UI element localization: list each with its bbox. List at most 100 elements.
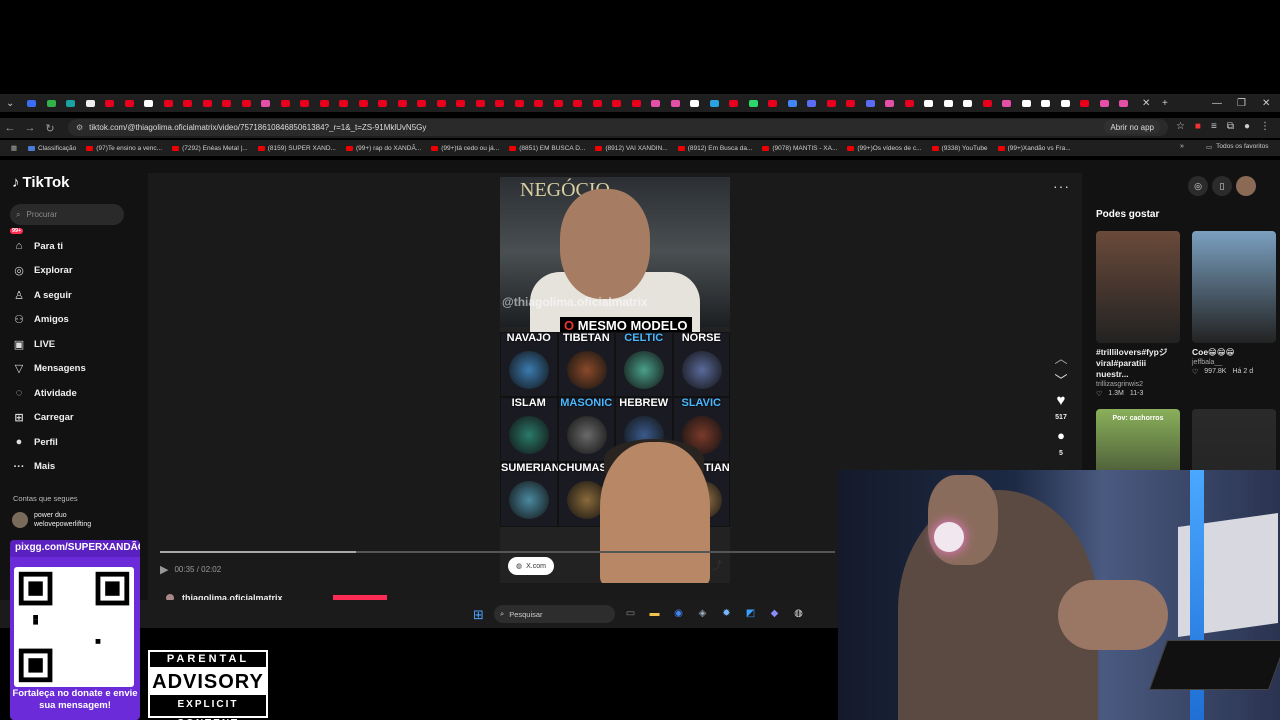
- browser-tab[interactable]: [198, 94, 218, 112]
- diamond-icon[interactable]: ◆: [766, 605, 783, 622]
- bookmark-item[interactable]: (8851) EM BUSCA D...: [509, 145, 585, 152]
- browser-tab[interactable]: [861, 94, 881, 112]
- browser-tab[interactable]: [783, 94, 803, 112]
- forward-icon[interactable]: →: [20, 122, 40, 134]
- sidebar-item-carregar[interactable]: ⊞ Carregar: [12, 406, 86, 431]
- bookmark-item[interactable]: Classificação: [28, 145, 76, 152]
- browser-tab[interactable]: [958, 94, 978, 112]
- puzzle-icon[interactable]: ⧉: [1227, 121, 1234, 132]
- play-icon[interactable]: ▶: [160, 563, 168, 576]
- browser-tab[interactable]: [588, 94, 608, 112]
- app-icon[interactable]: ◩: [742, 605, 759, 622]
- back-icon[interactable]: ←: [0, 122, 20, 134]
- tab-search-icon[interactable]: ⌄: [6, 94, 14, 112]
- apps-grid-icon[interactable]: ▦: [0, 144, 28, 152]
- browser-tab[interactable]: [1056, 94, 1076, 112]
- browser-tab[interactable]: [354, 94, 374, 112]
- browser-tab[interactable]: [471, 94, 491, 112]
- browser-tab[interactable]: [61, 94, 81, 112]
- like-icon[interactable]: ♥: [1048, 392, 1074, 414]
- browser-tab[interactable]: [666, 94, 686, 112]
- browser-tab[interactable]: [393, 94, 413, 112]
- browser-tab[interactable]: [295, 94, 315, 112]
- recommended-video[interactable]: Coe😁😁😁 jeffbala__ ♡ 997.8K Há 2 d: [1192, 231, 1276, 376]
- followed-account[interactable]: power duo welovepowerlifting: [12, 511, 91, 529]
- media-icon[interactable]: ≡: [1211, 121, 1217, 132]
- browser-tab[interactable]: [627, 94, 647, 112]
- video-frame[interactable]: NEGÓCIO @thiagolima.oficialmatrix O MESM…: [500, 177, 730, 583]
- browser-tab[interactable]: [1036, 94, 1056, 112]
- windows-start-icon[interactable]: ⊞: [473, 607, 484, 623]
- open-in-app-button[interactable]: Abrir no app: [1104, 120, 1160, 134]
- browser-tab[interactable]: [22, 94, 42, 112]
- browser-tab[interactable]: [120, 94, 140, 112]
- sidebar-item-amigos[interactable]: ⚇ Amigos: [12, 308, 86, 333]
- menu-icon[interactable]: ⋮: [1260, 121, 1270, 132]
- browser-tab[interactable]: [178, 94, 198, 112]
- browser-tab[interactable]: [724, 94, 744, 112]
- bookmark-item[interactable]: (8159) SUPER XAND...: [257, 145, 336, 152]
- browser-tab[interactable]: [997, 94, 1017, 112]
- recommended-video[interactable]: #trillilovers#fypジ viral#paratiii nuestr…: [1096, 231, 1180, 398]
- sidebar-item-a-seguir[interactable]: ♙ A seguir: [12, 283, 86, 308]
- browser-tab[interactable]: [880, 94, 900, 112]
- all-bookmarks[interactable]: ▭ Todos os favoritos: [1206, 143, 1269, 151]
- close-tab-icon[interactable]: ✕: [1142, 94, 1150, 112]
- browser-tab[interactable]: [1095, 94, 1115, 112]
- browser-tab[interactable]: [100, 94, 120, 112]
- settings-icon[interactable]: ✹: [718, 605, 735, 622]
- extension-icon[interactable]: ■: [1195, 121, 1201, 132]
- share-icon[interactable]: ⤴: [711, 557, 722, 573]
- profile-avatar-icon[interactable]: ●: [1244, 121, 1250, 132]
- browser-tab[interactable]: [900, 94, 920, 112]
- video-progress-bar[interactable]: [160, 551, 835, 553]
- browser-tab[interactable]: [451, 94, 471, 112]
- browser-tab[interactable]: [139, 94, 159, 112]
- bookmark-item[interactable]: (9338) YouTube: [931, 145, 988, 152]
- browser-tab[interactable]: [841, 94, 861, 112]
- browser-tab[interactable]: [217, 94, 237, 112]
- browser-tab[interactable]: [412, 94, 432, 112]
- browser-tab[interactable]: [276, 94, 296, 112]
- browser-tab[interactable]: [919, 94, 939, 112]
- folder-icon[interactable]: ▬: [646, 605, 663, 622]
- browser-tab[interactable]: [1017, 94, 1037, 112]
- minimize-icon[interactable]: —: [1212, 94, 1222, 112]
- previous-video-icon[interactable]: ︿: [1048, 348, 1074, 370]
- browser-tab[interactable]: [549, 94, 569, 112]
- tiktok-logo[interactable]: ♪ TikTok: [12, 174, 69, 191]
- browser-tab[interactable]: [237, 94, 257, 112]
- bookmark-item[interactable]: (7292) Enéas Metal |...: [172, 145, 248, 152]
- browser-tab[interactable]: [822, 94, 842, 112]
- maximize-icon[interactable]: ❐: [1237, 94, 1246, 112]
- browser-tab[interactable]: [568, 94, 588, 112]
- browser-tab[interactable]: [1114, 94, 1134, 112]
- sidebar-item-perfil[interactable]: ● Perfil: [12, 430, 86, 455]
- url-field[interactable]: ⚙ tiktok.com/@thiagolima.oficialmatrix/v…: [68, 119, 1168, 136]
- browser-tab[interactable]: [490, 94, 510, 112]
- sidebar-item-live[interactable]: ▣ LIVE: [12, 332, 86, 357]
- bookmark-item[interactable]: (8912) VAI XANDIN...: [595, 145, 668, 152]
- bookmarks-overflow-icon[interactable]: »: [1180, 143, 1184, 150]
- coins-icon[interactable]: ◎: [1188, 176, 1208, 196]
- browser-tab[interactable]: [256, 94, 276, 112]
- bookmark-item[interactable]: (9078) MANTIS - XA...: [762, 145, 837, 152]
- comment-icon[interactable]: ●: [1048, 428, 1074, 450]
- reload-icon[interactable]: ↻: [40, 122, 60, 135]
- taskbar-search-input[interactable]: ⌕ Pesquisar: [494, 605, 615, 623]
- browser-tab[interactable]: [939, 94, 959, 112]
- browser-tab[interactable]: [763, 94, 783, 112]
- browser-tab[interactable]: [607, 94, 627, 112]
- browser-tab[interactable]: [646, 94, 666, 112]
- bookmark-item[interactable]: (99+) rap do XANDÃ...: [345, 145, 421, 152]
- sidebar-item-explorar[interactable]: ◎ Explorar: [12, 259, 86, 284]
- sidebar-item-para-ti[interactable]: ⌂ Para ti: [12, 234, 86, 259]
- browser-tab[interactable]: [159, 94, 179, 112]
- browser-tab[interactable]: [42, 94, 62, 112]
- obs-icon[interactable]: ◍: [790, 605, 807, 622]
- bookmark-item[interactable]: (99+)tá cedo ou já...: [431, 145, 499, 152]
- sidebar-item-atividade[interactable]: ◌ 99+ Atividade: [10, 228, 86, 406]
- chrome-icon[interactable]: ◉: [670, 605, 687, 622]
- task-view-icon[interactable]: ▭: [622, 605, 639, 622]
- sidebar-item-mais[interactable]: ··· Mais: [12, 455, 86, 480]
